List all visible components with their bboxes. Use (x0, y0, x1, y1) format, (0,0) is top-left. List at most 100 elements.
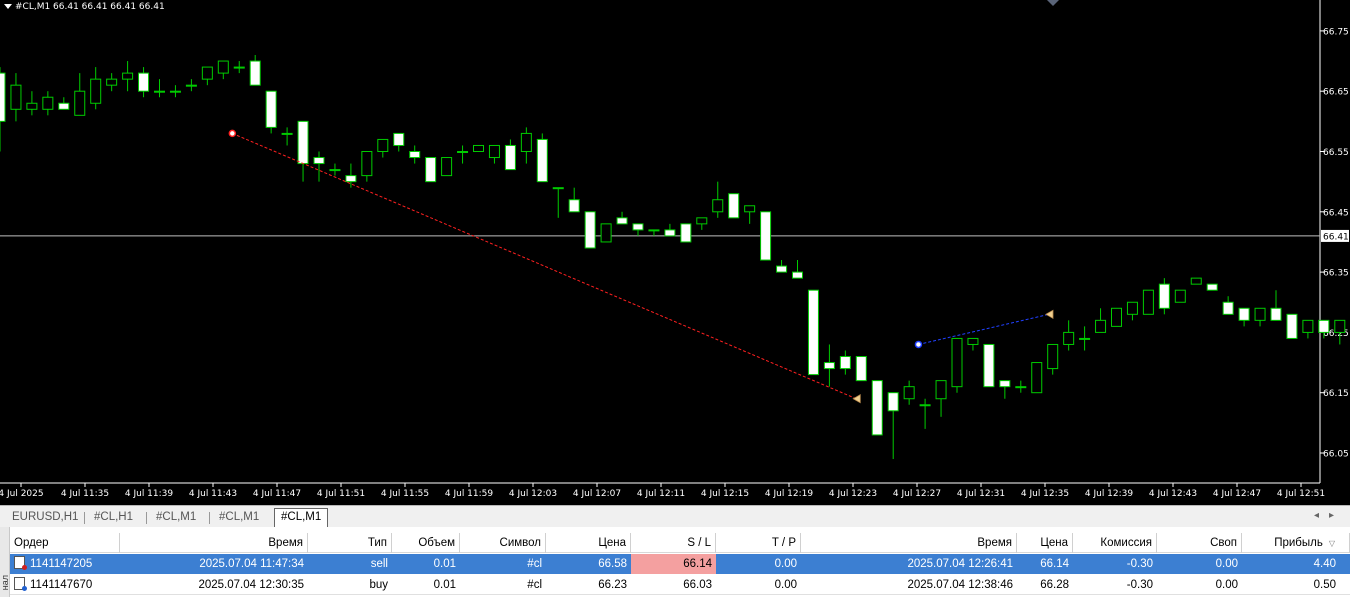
type-cell: buy (369, 579, 388, 591)
tp-cell: 0.00 (774, 579, 797, 591)
price-axis-label: 66.05 (1323, 450, 1349, 460)
bull-candle (1047, 343, 1059, 370)
bear-candle (1318, 319, 1330, 333)
sl-cell: 66.03 (683, 579, 712, 591)
tab-scroll-right-icon[interactable]: ▸ (1329, 510, 1344, 521)
bull-candle (281, 132, 293, 135)
bull-candle (1031, 362, 1043, 394)
tab-cl-m1-a[interactable]: #CL,M1 (150, 509, 202, 527)
bull-candle (951, 337, 963, 388)
bear-candle (584, 211, 596, 249)
bear-candle (345, 175, 357, 183)
time-axis-label: 4 Jul 12:51 (1277, 489, 1325, 499)
bear-candle (632, 223, 644, 231)
col-type[interactable]: Тип (308, 533, 392, 553)
col-tp[interactable]: T / P (716, 533, 801, 553)
table-row[interactable]: 1141147670 2025.07.04 12:30:35 buy 0.01 … (10, 575, 1350, 595)
tab-cl-h1[interactable]: #CL,H1 (88, 509, 139, 527)
time-axis-label: 4 Jul 11:51 (317, 489, 365, 499)
current-price-label: 66.41 (1323, 232, 1349, 242)
profit-cell: 0.50 (1313, 579, 1336, 591)
terminal-side-label: нал (0, 575, 10, 591)
time-axis-label: 4 Jul 11:47 (253, 489, 301, 499)
tab-separator (146, 512, 147, 524)
bear-candle (760, 211, 772, 261)
time-axis-label: 4 Jul 2025 (0, 489, 44, 499)
price-axis-label: 66.55 (1323, 148, 1349, 158)
time-axis-label: 4 Jul 12:43 (1149, 489, 1197, 499)
col-swap[interactable]: Своп (1157, 533, 1242, 553)
chart-canvas[interactable]: 66.7566.6566.5566.4566.3566.2566.1566.05… (0, 0, 1350, 505)
bear-candle (536, 138, 548, 183)
time-axis-label: 4 Jul 12:27 (893, 489, 941, 499)
bear-candle (409, 151, 421, 159)
tab-cl-m1-b[interactable]: #CL,M1 (213, 509, 265, 527)
bull-candle (10, 84, 22, 110)
price-chart[interactable]: 66.75 66.65 66.55 66.45 66.35 66.25 66.15 66.05… (0, 0, 1350, 505)
bull-candle (903, 386, 915, 400)
time-axis-label: 4 Jul 12:39 (1085, 489, 1134, 499)
tab-separator (209, 512, 210, 524)
col-price[interactable]: Цена (546, 533, 631, 553)
bull-candle (1079, 337, 1091, 340)
bull-candle (457, 151, 469, 153)
swap-cell: 0.00 (1215, 579, 1238, 591)
time-axis-label: 4 Jul 12:15 (701, 489, 749, 499)
bull-candle (935, 380, 947, 400)
bull-candle (1190, 277, 1202, 285)
col-open-time[interactable]: Время (120, 533, 308, 553)
buy-trade-line (918, 313, 1050, 345)
bear-candle (393, 132, 405, 146)
close-time-cell: 2025.07.04 12:38:46 (907, 579, 1013, 591)
tab-scroll-left-icon[interactable]: ◂ (1314, 510, 1329, 521)
bull-candle (201, 66, 213, 80)
bear-candle (871, 380, 883, 436)
col-close-time[interactable]: Время (801, 533, 1017, 553)
bull-candle (441, 157, 453, 177)
bear-candle (1158, 283, 1170, 309)
bear-candle (1238, 307, 1250, 321)
bull-candle (1063, 331, 1075, 345)
bull-candle (967, 337, 979, 345)
terminal-side-strip[interactable]: нал (0, 527, 10, 597)
table-row[interactable]: 1141147205 2025.07.04 11:47:34 sell 0.01… (10, 554, 1350, 574)
price-axis-label: 66.35 (1323, 269, 1349, 279)
col-sl[interactable]: S / L (631, 533, 716, 553)
time-axis-label: 4 Jul 12:03 (509, 489, 557, 499)
time-axis-label: 4 Jul 12:31 (957, 489, 1005, 499)
bull-candle (744, 205, 756, 213)
col-order[interactable]: Ордер (10, 533, 120, 553)
bull-candle (217, 60, 229, 74)
bear-candle (0, 72, 6, 122)
bear-candle (1222, 301, 1234, 315)
bull-candle (1334, 319, 1346, 333)
order-id: 1141147205 (30, 558, 93, 570)
col-symbol[interactable]: Символ (460, 533, 546, 553)
col-volume[interactable]: Объем (392, 533, 460, 553)
bull-candle (1254, 307, 1266, 321)
bear-candle (776, 265, 788, 273)
chart-menu-triangle-icon[interactable] (4, 4, 12, 9)
col-profit[interactable]: Прибыль ▽ (1242, 533, 1350, 553)
bull-candle (1142, 289, 1154, 315)
bull-candle (90, 78, 102, 104)
bull-candle (233, 66, 245, 69)
bear-candle (664, 229, 676, 237)
bear-candle (1270, 307, 1282, 321)
bull-candle (122, 72, 134, 80)
tab-cl-m1-active[interactable]: #CL,M1 (274, 508, 329, 528)
price-cell: 66.58 (598, 558, 627, 570)
bear-candle (568, 199, 580, 213)
sell-close-marker (852, 394, 861, 404)
bear-candle (504, 144, 516, 171)
col-commission[interactable]: Комиссия (1073, 533, 1157, 553)
col-close-price[interactable]: Цена (1017, 533, 1073, 553)
time-axis-label: 4 Jul 11:55 (381, 489, 429, 499)
sell-order-icon (14, 556, 27, 570)
bull-candle (648, 229, 660, 232)
time-axis-label: 4 Jul 11:39 (125, 489, 174, 499)
bull-candle (1126, 301, 1138, 315)
tab-eurusd-h1[interactable]: EURUSD,H1 (6, 509, 84, 527)
time-axis-label: 4 Jul 11:43 (189, 489, 237, 499)
tab-scroll-arrows[interactable]: ◂▸ (1314, 510, 1344, 521)
